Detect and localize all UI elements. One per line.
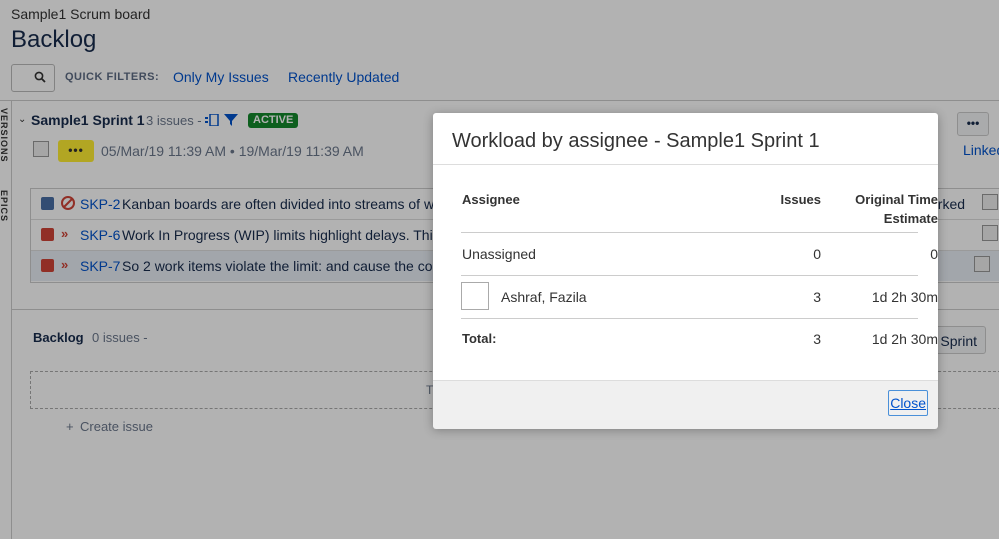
- assignee-name: Unassigned: [462, 246, 536, 262]
- table-divider: [461, 275, 918, 276]
- dialog-header-divider: [433, 164, 938, 165]
- time-estimate: 1d 2h 30m: [871, 289, 938, 305]
- avatar: [461, 282, 489, 310]
- time-estimate: 0: [930, 246, 938, 262]
- assignee-name: Ashraf, Fazila: [501, 289, 587, 305]
- column-header-estimate-line2: Estimate: [883, 211, 938, 226]
- column-header-estimate: Original Time Estimate: [821, 192, 938, 226]
- issue-count: 0: [813, 246, 821, 262]
- workload-dialog: Workload by assignee - Sample1 Sprint 1 …: [433, 113, 938, 429]
- dialog-title: Workload by assignee - Sample1 Sprint 1: [452, 130, 820, 152]
- dialog-footer: Close: [433, 380, 938, 429]
- issue-count: 3: [813, 289, 821, 305]
- table-divider: [461, 232, 918, 233]
- table-divider: [461, 318, 918, 319]
- column-header-issues: Issues: [780, 192, 821, 207]
- column-header-estimate-line1: Original Time: [855, 192, 938, 207]
- total-estimate: 1d 2h 30m: [871, 331, 938, 347]
- total-issues: 3: [813, 331, 821, 347]
- total-label: Total:: [462, 331, 497, 346]
- column-header-assignee: Assignee: [462, 192, 520, 207]
- close-button[interactable]: Close: [888, 390, 928, 416]
